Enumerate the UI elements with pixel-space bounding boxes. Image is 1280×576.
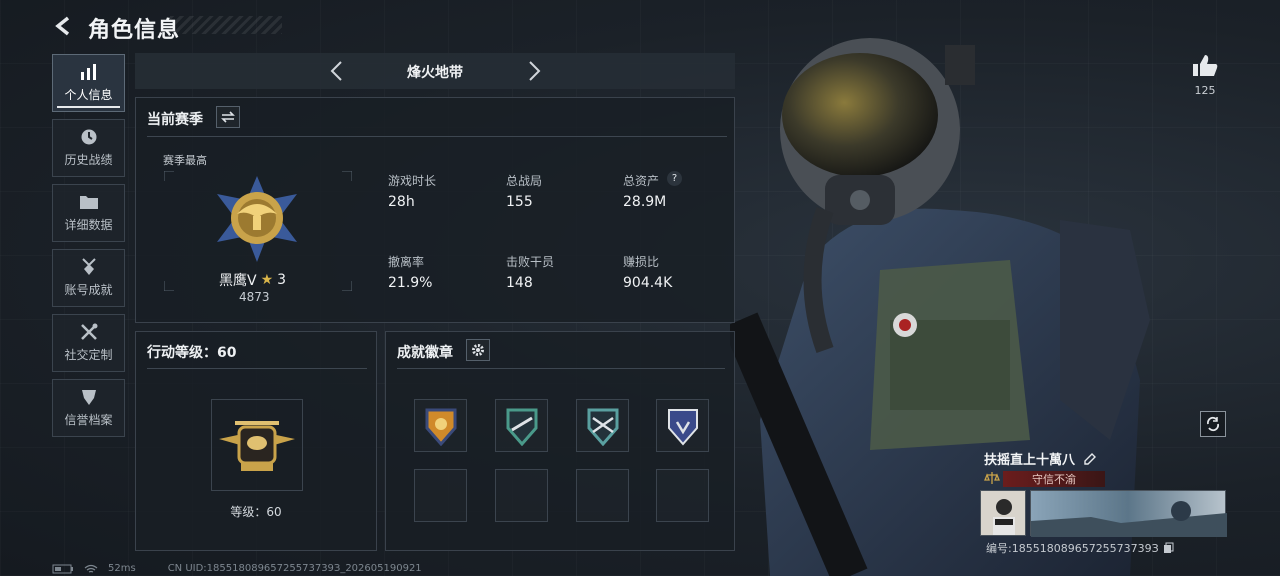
nav-item-label: 详细数据 <box>64 218 113 232</box>
serial-row: 编号:18551808965725573739З <box>986 540 1174 556</box>
refresh-icon <box>1206 416 1220 432</box>
badge-slot-empty[interactable] <box>576 469 629 522</box>
player-name: 扶摇直上十萬八 <box>984 453 1076 468</box>
nav-item-label: 历史战绩 <box>64 153 113 167</box>
uid-text: CN UID:18551808965725573739З_20260519092… <box>167 563 422 574</box>
back-arrow-icon <box>55 16 70 36</box>
bar-chart-icon <box>79 63 99 81</box>
badge-slot-empty[interactable] <box>656 469 709 522</box>
stat-value: 28h <box>388 194 415 210</box>
badge-slot-empty[interactable] <box>495 469 548 522</box>
achievements-panel: 成就徽章 <box>385 331 735 551</box>
profile-banner[interactable] <box>1030 490 1227 537</box>
tools-icon <box>79 323 99 341</box>
title-decoration <box>170 16 282 34</box>
badge-slot[interactable] <box>656 399 709 452</box>
edit-pencil-icon[interactable] <box>1083 452 1097 466</box>
badge-slot[interactable] <box>576 399 629 452</box>
season-title: 当前赛季 <box>147 112 203 128</box>
stat-label: 赚损比 <box>623 255 660 269</box>
nav-item-match-history[interactable]: 历史战绩 <box>52 119 125 177</box>
chevron-right-icon <box>529 61 541 81</box>
nav-item-label: 社交定制 <box>64 348 113 362</box>
stat-value: 21.9% <box>388 275 433 291</box>
rank-score: 4873 <box>239 290 270 304</box>
thumbs-up-icon <box>1193 55 1218 76</box>
achievements-settings-button[interactable] <box>466 339 490 361</box>
status-bar: 52ms CN UID:18551808965725573739З_202605… <box>52 563 422 574</box>
action-level-text: 等级：60 <box>230 505 282 519</box>
rifle-badge-icon <box>506 408 537 446</box>
action-level-emblem <box>211 399 303 491</box>
copy-icon[interactable] <box>1163 542 1174 554</box>
page-title: 角色信息 <box>88 18 181 43</box>
season-panel: 当前赛季 赛季最高 黑鹰V ★ 3 4873 游戏时长 28h 总战局 155 … <box>135 97 735 323</box>
rank-name: 黑鹰V <box>219 273 257 289</box>
avatar[interactable] <box>980 490 1026 536</box>
nav-item-label: 账号成就 <box>64 283 113 297</box>
nav-item-label: 个人信息 <box>64 88 113 102</box>
stat-label: 总资产 <box>623 174 660 188</box>
nav-item-detailed-data[interactable]: 详细数据 <box>52 184 125 242</box>
action-level-panel: 行动等级：60 等级：60 <box>135 331 377 551</box>
nav-item-social-customize[interactable]: 社交定制 <box>52 314 125 372</box>
stat-value: 904.4K <box>623 275 673 291</box>
serial-number: 编号:18551808965725573739З <box>986 542 1159 555</box>
swap-icon <box>221 111 235 123</box>
clock-icon <box>79 128 99 146</box>
scales-icon <box>984 470 1000 486</box>
rank-name-row: 黑鹰V ★ 3 <box>219 270 286 290</box>
gear-icon <box>472 344 484 356</box>
badge-slot[interactable] <box>414 399 467 452</box>
folder-icon <box>79 193 99 211</box>
blue-shield-badge-icon <box>667 408 698 446</box>
nav-item-credit-record[interactable]: 信誉档案 <box>52 379 125 437</box>
like-button[interactable]: 125 <box>1185 52 1225 97</box>
season-best-label: 赛季最高 <box>163 154 207 167</box>
nav-item-personal-info[interactable]: 个人信息 <box>52 54 125 112</box>
gold-shield-badge-icon <box>425 408 456 446</box>
action-level-title: 行动等级：60 <box>147 345 237 361</box>
medal-icon <box>79 258 99 276</box>
nav-item-label: 信誉档案 <box>64 413 113 427</box>
season-switch-button[interactable] <box>216 106 240 128</box>
star-icon: ★ <box>260 272 274 288</box>
credit-status: 守信不渝 <box>1003 471 1105 487</box>
rotate-view-button[interactable] <box>1200 411 1226 437</box>
side-nav: 个人信息 历史战绩 详细数据 账号成就 社交定制 信誉档案 <box>52 54 125 444</box>
achievements-title: 成就徽章 <box>397 345 453 361</box>
rank-stars: 3 <box>277 272 287 288</box>
stat-label: 击败干员 <box>506 255 555 269</box>
badge-slot-empty[interactable] <box>414 469 467 522</box>
badge-slot[interactable] <box>495 399 548 452</box>
mode-selector: 烽火地带 <box>135 53 735 89</box>
crossed-rifles-badge-icon <box>587 408 618 446</box>
stat-value: 155 <box>506 194 533 210</box>
stat-value: 28.9M <box>623 194 667 210</box>
helicopter-emblem-icon <box>219 421 295 471</box>
nav-item-achievements[interactable]: 账号成就 <box>52 249 125 307</box>
ping-value: 52ms <box>108 563 136 574</box>
stat-label: 撤离率 <box>388 255 425 269</box>
divider <box>147 136 727 137</box>
battery-icon <box>52 564 73 573</box>
wifi-icon <box>84 564 98 573</box>
stat-value: 148 <box>506 275 533 291</box>
divider <box>397 368 725 369</box>
stat-label: 游戏时长 <box>388 174 437 188</box>
mode-next-button[interactable] <box>520 53 550 89</box>
mode-label: 烽火地带 <box>407 65 463 81</box>
stat-label: 总战局 <box>506 174 543 188</box>
divider <box>147 368 367 369</box>
shield-badge-icon <box>79 388 99 406</box>
help-icon[interactable]: ? <box>667 171 682 186</box>
rank-emblem-icon <box>217 176 297 262</box>
like-count: 125 <box>1194 84 1216 97</box>
player-name-row: 扶摇直上十萬八 <box>984 449 1097 468</box>
back-button[interactable] <box>50 12 78 40</box>
